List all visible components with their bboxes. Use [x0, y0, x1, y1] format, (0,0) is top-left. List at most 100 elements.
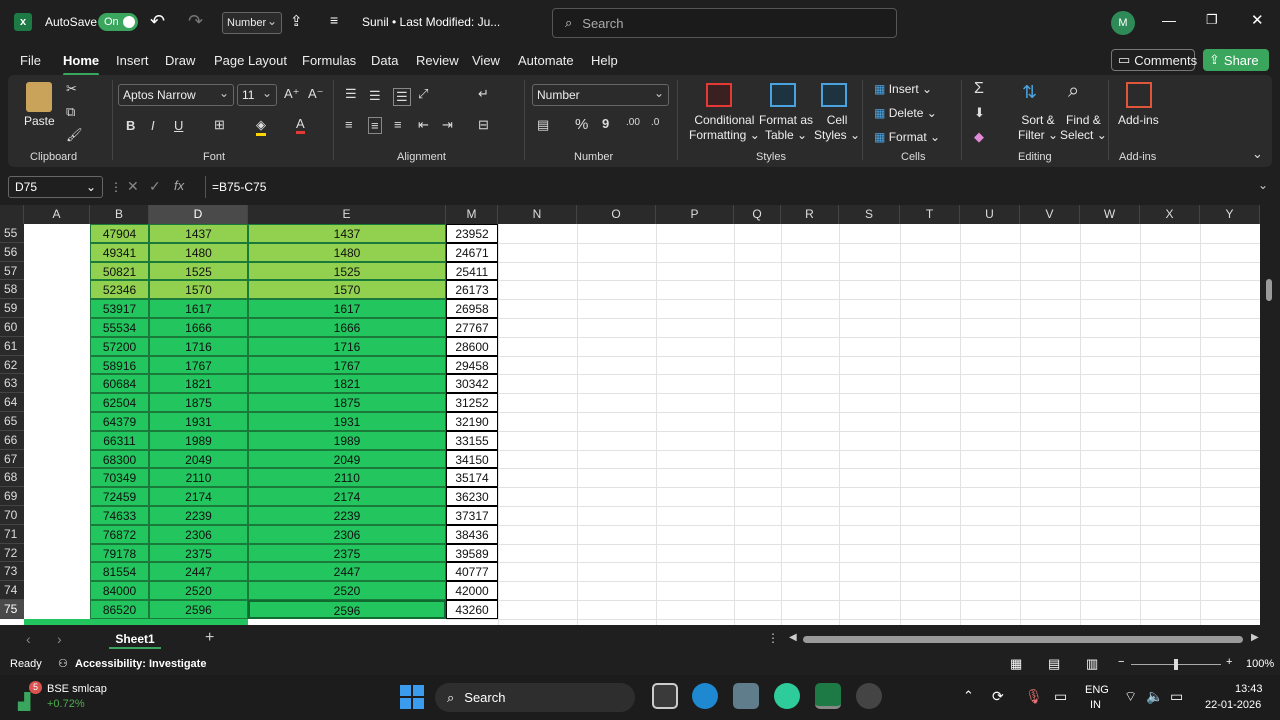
wifi-icon[interactable]: ⌔ — [1124, 688, 1137, 706]
cell-d70[interactable]: 2239 — [248, 506, 446, 525]
cell-b74[interactable]: 2520 — [149, 581, 248, 600]
customize-toolbar-icon[interactable]: ≡ — [330, 12, 338, 28]
cell-e70[interactable]: 37317 — [446, 506, 498, 525]
cell-d75[interactable]: 2596 — [248, 600, 446, 619]
horizontal-scrollbar[interactable] — [803, 636, 1243, 643]
format-cells-button[interactable]: ▦ Format ⌄ — [874, 130, 940, 145]
cell-e74[interactable]: 42000 — [446, 581, 498, 600]
minimize-button[interactable]: — — [1162, 12, 1176, 28]
cell-b56[interactable]: 1480 — [149, 242, 248, 262]
sort-filter-icon[interactable]: ⇅ — [1022, 82, 1037, 103]
cell-d59[interactable]: 1617 — [248, 299, 446, 318]
sheet-tab-sheet1[interactable]: Sheet1 — [109, 629, 161, 649]
row-header-61[interactable]: 61 — [0, 336, 24, 356]
sync-icon[interactable]: ⟳ — [992, 688, 1004, 705]
align-bottom-icon[interactable]: ☰ — [393, 88, 411, 106]
cell-a73[interactable]: 81554 — [90, 562, 149, 582]
vertical-scrollbar[interactable] — [1260, 205, 1280, 625]
display-icon[interactable]: ▭ — [1054, 688, 1067, 705]
decrease-indent-icon[interactable]: ⇤ — [418, 117, 429, 133]
delete-cells-button[interactable]: ▦ Delete ⌄ — [874, 106, 937, 121]
decrease-font-icon[interactable]: A⁻ — [308, 86, 324, 102]
cut-icon[interactable]: ✂ — [66, 81, 77, 97]
format-as-table-icon[interactable] — [770, 83, 796, 107]
cell-b75[interactable]: 2596 — [149, 600, 248, 619]
column-header-y[interactable]: Y — [1200, 205, 1260, 224]
cell-a61[interactable]: 57200 — [90, 336, 149, 356]
menu-page-layout[interactable]: Page Layout — [214, 53, 287, 68]
add-ins-button[interactable]: Add-ins — [1118, 113, 1159, 128]
cell-e71[interactable]: 38436 — [446, 524, 498, 544]
cell-b62[interactable]: 1767 — [149, 355, 248, 375]
cell-b66[interactable]: 1989 — [149, 430, 248, 450]
borders-icon[interactable]: ⊞ — [214, 117, 225, 133]
more-options-icon[interactable]: ⋮ — [110, 180, 122, 194]
column-header-b[interactable]: B — [90, 205, 149, 224]
cell-a75[interactable]: 86520 — [90, 600, 149, 619]
row-header-64[interactable]: 64 — [0, 393, 24, 412]
row-header-65[interactable]: 65 — [0, 412, 24, 431]
column-header-o[interactable]: O — [577, 205, 656, 224]
cell-e57[interactable]: 25411 — [446, 261, 498, 281]
zoom-in-icon[interactable]: + — [1226, 656, 1232, 668]
cell-d67[interactable]: 2049 — [248, 449, 446, 469]
cell-d73[interactable]: 2447 — [248, 562, 446, 582]
column-header-v[interactable]: V — [1020, 205, 1080, 224]
cancel-entry-icon[interactable]: ✕ — [127, 178, 139, 195]
conditional-formatting-icon[interactable] — [706, 83, 732, 107]
prev-sheet-icon[interactable]: ‹ — [26, 631, 31, 647]
cell-e67[interactable]: 34150 — [446, 449, 498, 469]
page-break-view-icon[interactable]: ▥ — [1086, 656, 1098, 672]
cell-d69[interactable]: 2174 — [248, 487, 446, 506]
cell-e61[interactable]: 28600 — [446, 336, 498, 356]
cell-d61[interactable]: 1716 — [248, 336, 446, 356]
cell-b55[interactable]: 1437 — [149, 224, 248, 243]
cell-a64[interactable]: 62504 — [90, 393, 149, 412]
cell-a57[interactable]: 50821 — [90, 261, 149, 281]
cell-e72[interactable]: 39589 — [446, 543, 498, 563]
column-header-r[interactable]: R — [781, 205, 839, 224]
clock-date[interactable]: 22-01-2026 — [1205, 699, 1261, 711]
row-header-74[interactable]: 74 — [0, 581, 24, 600]
cell-b67[interactable]: 2049 — [149, 449, 248, 469]
redo-icon[interactable]: ↷ — [188, 11, 203, 32]
calculator-icon[interactable] — [733, 683, 759, 709]
cell-b65[interactable]: 1931 — [149, 412, 248, 431]
insert-cells-button[interactable]: ▦ Insert ⌄ — [874, 82, 932, 97]
row-header-69[interactable]: 69 — [0, 487, 24, 506]
scroll-right-icon[interactable]: ▶ — [1251, 632, 1259, 643]
font-size-dropdown[interactable]: 11 — [237, 84, 277, 106]
cell-e69[interactable]: 36230 — [446, 487, 498, 506]
vertical-scroll-thumb[interactable] — [1266, 279, 1272, 301]
cell-styles-button[interactable]: Cell Styles ⌄ — [814, 113, 860, 143]
health-app-icon[interactable] — [774, 683, 800, 709]
column-header-n[interactable]: N — [498, 205, 577, 224]
formula-input[interactable]: =B75-C75 — [205, 176, 1272, 198]
name-box[interactable]: D75 ⌄ — [8, 176, 103, 198]
find-select-button[interactable]: Find & Select ⌄ — [1060, 113, 1107, 143]
cell-b61[interactable]: 1716 — [149, 336, 248, 356]
row-header-72[interactable]: 72 — [0, 543, 24, 563]
menu-view[interactable]: View — [472, 53, 500, 68]
zoom-slider-thumb[interactable] — [1174, 659, 1178, 670]
insert-function-icon[interactable]: fx — [174, 178, 184, 193]
cell-e68[interactable]: 35174 — [446, 468, 498, 488]
zoom-out-icon[interactable]: − — [1118, 656, 1124, 668]
cell-e59[interactable]: 26958 — [446, 299, 498, 318]
cell-a55[interactable]: 47904 — [90, 224, 149, 243]
cell-a56[interactable]: 49341 — [90, 242, 149, 262]
close-button[interactable]: ✕ — [1251, 11, 1264, 29]
percent-icon[interactable]: % — [575, 116, 588, 133]
cell-d64[interactable]: 1875 — [248, 393, 446, 412]
cell-a69[interactable]: 72459 — [90, 487, 149, 506]
clock-time[interactable]: 13:43 — [1235, 683, 1263, 695]
next-sheet-icon[interactable]: › — [57, 631, 62, 647]
cell-a66[interactable]: 66311 — [90, 430, 149, 450]
edge-browser-icon[interactable] — [692, 683, 718, 709]
merge-center-icon[interactable]: ⊟ — [478, 117, 489, 133]
cell-b73[interactable]: 2447 — [149, 562, 248, 582]
add-ins-icon[interactable] — [1126, 82, 1152, 108]
mic-icon[interactable]: 🎙 — [1025, 688, 1043, 705]
cell-b64[interactable]: 1875 — [149, 393, 248, 412]
cell-e58[interactable]: 26173 — [446, 280, 498, 300]
